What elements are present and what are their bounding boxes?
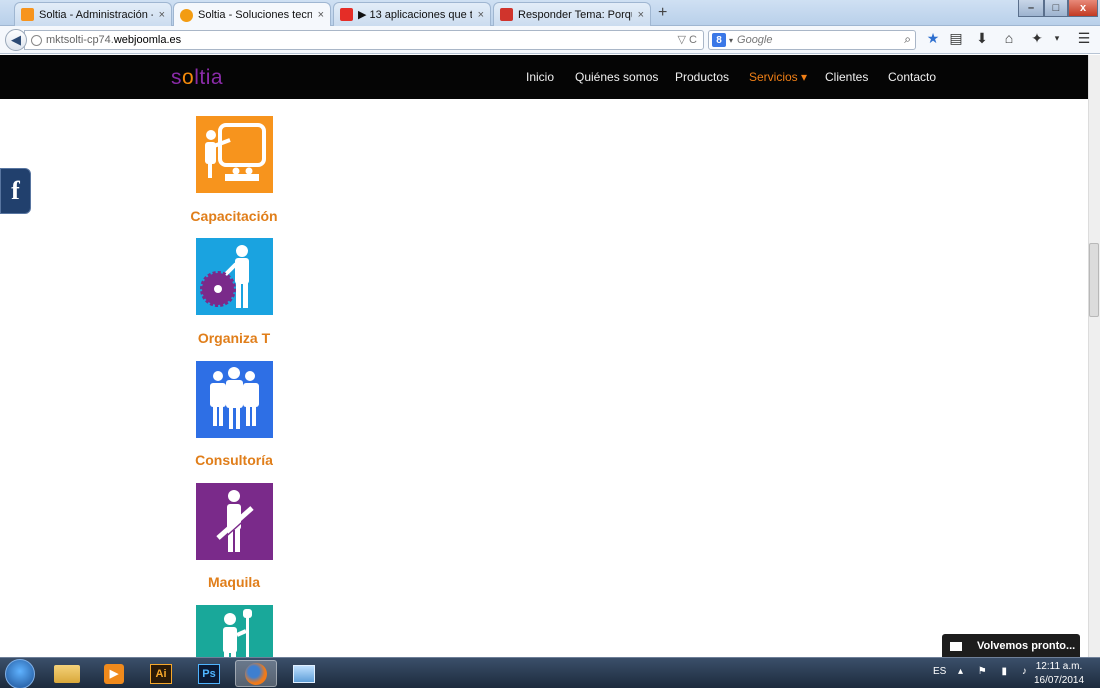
- logo-text: s: [171, 66, 182, 89]
- team-icon: [210, 367, 259, 429]
- menu-item-productos[interactable]: Productos: [675, 70, 729, 84]
- google-icon[interactable]: 8: [712, 33, 726, 47]
- service-label-organiza-t[interactable]: Organiza T: [150, 330, 318, 346]
- worker-gear-icon: [200, 245, 249, 308]
- close-tab-icon[interactable]: ×: [638, 9, 644, 21]
- taskbar-photoshop[interactable]: Ps: [188, 660, 230, 687]
- back-button[interactable]: ◀: [5, 29, 27, 51]
- menu-item-quienes-somos[interactable]: Quiénes somos: [575, 70, 658, 84]
- tab-forum[interactable]: Responder Tema: Porque ... ×: [493, 2, 651, 26]
- joomla-icon: [21, 8, 34, 21]
- facebook-icon: f: [11, 176, 20, 205]
- tab-title: Soltia - Soluciones tecnoló...: [198, 9, 312, 21]
- back-arrow-icon: ◀: [11, 32, 21, 47]
- clock-time[interactable]: 12:11 a.m.: [1034, 661, 1084, 672]
- maximize-button[interactable]: □: [1044, 0, 1068, 17]
- service-label-maquila[interactable]: Maquila: [150, 574, 318, 590]
- taskbar-explorer[interactable]: [46, 660, 88, 687]
- service-tile-maquila[interactable]: [196, 483, 273, 560]
- close-window-button[interactable]: x: [1068, 0, 1098, 17]
- dropdown-icon[interactable]: ▾: [729, 36, 733, 45]
- logo-dot: o: [182, 66, 195, 89]
- logo-text: ltia: [194, 66, 224, 89]
- start-button[interactable]: [5, 659, 35, 688]
- service-tile-construccion[interactable]: [196, 605, 273, 657]
- site-logo[interactable]: soltia: [171, 66, 223, 90]
- taskbar-control-panel[interactable]: [283, 660, 325, 687]
- page-content: Capacitación Organiza T Consultoría Maqu…: [0, 99, 1088, 657]
- close-tab-icon[interactable]: ×: [478, 9, 484, 21]
- menu-item-servicios[interactable]: Servicios ▾: [749, 70, 807, 84]
- tab-soltia-admin[interactable]: Soltia - Administración - G... ×: [14, 2, 172, 26]
- close-tab-icon[interactable]: ×: [318, 9, 324, 21]
- addon-dropdown-icon[interactable]: ▾: [1048, 33, 1066, 44]
- search-icon[interactable]: ⌕: [904, 32, 911, 47]
- window-icon: [293, 664, 315, 683]
- menu-item-contacto[interactable]: Contacto: [888, 70, 936, 84]
- reload-icon[interactable]: ▽ C: [678, 33, 697, 46]
- addon-icon[interactable]: ✦: [1028, 30, 1046, 47]
- mail-icon: [950, 641, 962, 651]
- scrollbar-thumb[interactable]: [1089, 243, 1099, 317]
- system-tray-icons[interactable]: ▴ ⚑ ▮ ♪: [958, 666, 1033, 677]
- folder-icon: [54, 664, 80, 683]
- service-label-consultoria[interactable]: Consultoría: [150, 452, 318, 468]
- clock-date[interactable]: 16/07/2014: [1034, 675, 1084, 686]
- chat-widget[interactable]: Volvemos pronto...: [942, 634, 1080, 658]
- search-bar[interactable]: 8 ▾ Google ⌕: [708, 30, 916, 50]
- tab-title: ▶ 13 aplicaciones que tien...: [358, 9, 472, 21]
- chat-label: Volvemos pronto...: [977, 640, 1076, 652]
- media-player-icon: ▶: [104, 663, 124, 684]
- taskbar-media-player[interactable]: ▶: [93, 660, 135, 687]
- taskbar-firefox[interactable]: [235, 660, 277, 687]
- illustrator-icon: Ai: [150, 663, 172, 684]
- browser-tab-strip: Soltia - Administración - G... × Soltia …: [0, 0, 1100, 27]
- minimize-button[interactable]: –: [1018, 0, 1044, 17]
- site-header: soltia Inicio Quiénes somos Productos Se…: [0, 55, 1088, 99]
- tab-title: Responder Tema: Porque ...: [518, 8, 632, 21]
- service-tile-capacitacion[interactable]: [196, 116, 273, 193]
- tab-youtube[interactable]: ▶ 13 aplicaciones que tien... ×: [333, 2, 491, 26]
- bookmark-star-icon[interactable]: ★: [924, 30, 942, 47]
- url-domain: webjoomla.es: [113, 34, 182, 46]
- service-label-capacitacion[interactable]: Capacitación: [150, 208, 318, 224]
- taskbar-illustrator[interactable]: Ai: [140, 660, 182, 687]
- bookmarks-menu-icon[interactable]: ▤: [947, 30, 965, 47]
- menu-item-clientes[interactable]: Clientes: [825, 70, 868, 84]
- forum-icon: [500, 8, 513, 21]
- page-scrollbar[interactable]: [1088, 55, 1100, 657]
- firefox-icon: [245, 662, 267, 685]
- service-tile-organiza-t[interactable]: [196, 238, 273, 315]
- windows-taskbar: ▶ Ai Ps ES ▴ ⚑ ▮ ♪ 12:11 a.m. 16/07/2014: [0, 657, 1100, 688]
- url-prefix: mktsolti-cp74.: [46, 34, 114, 46]
- language-indicator[interactable]: ES: [933, 666, 946, 677]
- tab-title: Soltia - Administración - G...: [39, 8, 153, 21]
- youtube-icon: [340, 8, 353, 21]
- facebook-tab[interactable]: f: [0, 168, 31, 214]
- worker-shovel-icon: [223, 609, 252, 657]
- globe-icon: [31, 34, 42, 46]
- new-tab-button[interactable]: +: [658, 4, 667, 22]
- search-placeholder: Google: [737, 34, 773, 46]
- presentation-icon: [205, 123, 266, 181]
- hamburger-menu-icon[interactable]: ☰: [1075, 30, 1093, 47]
- soltia-icon: [180, 8, 193, 22]
- photoshop-icon: Ps: [198, 663, 220, 684]
- menu-item-inicio[interactable]: Inicio: [526, 70, 554, 84]
- home-icon[interactable]: ⌂: [1000, 30, 1018, 46]
- close-tab-icon[interactable]: ×: [159, 9, 165, 21]
- url-bar[interactable]: mktsolti-cp74. webjoomla.es ▽ C: [24, 30, 704, 50]
- service-tile-consultoria[interactable]: [196, 361, 273, 438]
- download-icon[interactable]: ⬇: [973, 30, 991, 47]
- worker-tools-icon: [216, 490, 254, 552]
- tab-soltia-site[interactable]: Soltia - Soluciones tecnoló... ×: [173, 2, 331, 27]
